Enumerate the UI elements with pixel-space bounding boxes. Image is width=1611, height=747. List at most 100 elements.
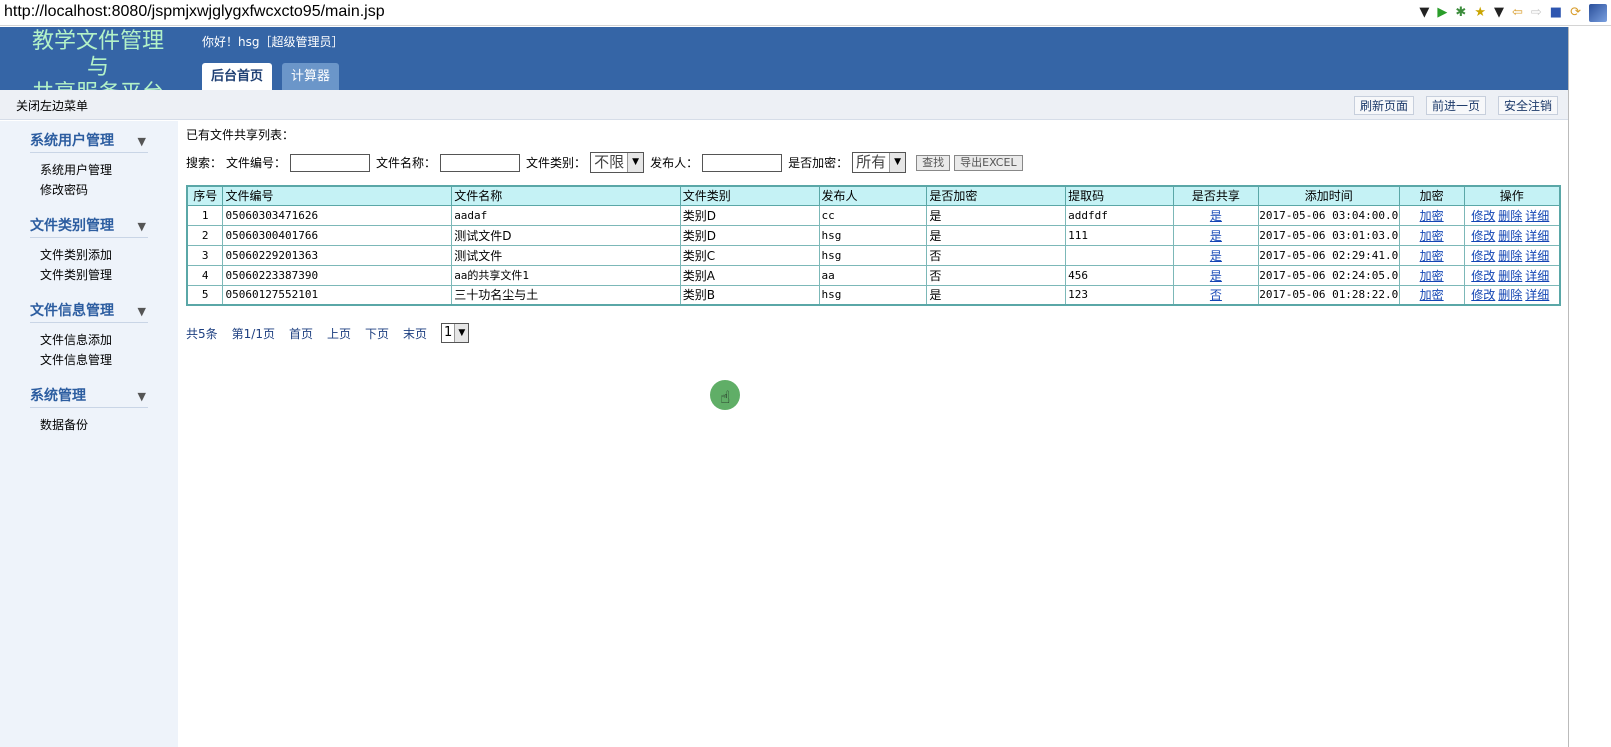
- file-no-label: 文件编号：: [226, 156, 287, 170]
- encrypt-link[interactable]: 加密: [1420, 209, 1444, 223]
- encrypt-link[interactable]: 加密: [1420, 269, 1444, 283]
- cell-no: 3: [186, 244, 224, 266]
- forward-page-button[interactable]: 前进一页: [1425, 96, 1486, 115]
- url-field[interactable]: http://localhost:8080/jspmjxwjglygxfwcxc…: [4, 3, 385, 21]
- chevron-down-icon: ▼: [627, 153, 644, 172]
- shared-toggle-link[interactable]: 是: [1210, 249, 1222, 263]
- detail-link[interactable]: 详细: [1525, 209, 1549, 223]
- sidebar-item-category-mgmt[interactable]: 文件类别管理: [40, 265, 178, 285]
- cell-publisher: cc: [818, 204, 928, 226]
- cell-shared: 是: [1172, 244, 1259, 266]
- table-row: 4 05060223387390 aa的共享文件1 类别A aa 否 456 是…: [186, 264, 1561, 286]
- cell-ops: 修改 删除 详细: [1463, 264, 1561, 286]
- shared-toggle-link[interactable]: 否: [1210, 288, 1222, 302]
- search-bar: 搜索： 文件编号： 文件名称： 文件类别： 不限 ▼ 发布人： 是否加密： 所有…: [186, 152, 1023, 173]
- pager-first-link[interactable]: 首页: [289, 325, 313, 342]
- sidebar-group-system-mgmt[interactable]: 系统管理 ▼: [30, 376, 148, 408]
- logout-button[interactable]: 安全注销: [1497, 96, 1558, 115]
- detail-link[interactable]: 详细: [1525, 288, 1549, 302]
- bug-icon[interactable]: ✱: [1455, 3, 1466, 23]
- table-header-row: 序号 文件编号 文件名称 文件类别 发布人 是否加密 提取码 是否共享 添加时间…: [186, 185, 1561, 206]
- delete-link[interactable]: 删除: [1498, 269, 1522, 283]
- cell-file-name: aadaf: [451, 204, 681, 226]
- encrypt-link[interactable]: 加密: [1420, 229, 1444, 243]
- tab-home[interactable]: 后台首页: [202, 63, 273, 90]
- detail-link[interactable]: 详细: [1525, 229, 1549, 243]
- sidebar-item-category-add[interactable]: 文件类别添加: [40, 245, 178, 265]
- edit-link[interactable]: 修改: [1471, 209, 1495, 223]
- cell-no: 1: [186, 204, 224, 226]
- chevron-down-icon[interactable]: ▼: [1494, 3, 1504, 23]
- cell-time: 2017-05-06 02:24:05.0: [1257, 264, 1400, 286]
- stop-icon[interactable]: ■: [1550, 3, 1562, 23]
- shared-toggle-link[interactable]: 是: [1210, 269, 1222, 283]
- sync-icon[interactable]: ⟳: [1570, 3, 1581, 23]
- vertical-scrollbar[interactable]: [1568, 27, 1611, 747]
- cell-file-no: 05060127552101: [222, 284, 453, 306]
- edit-link[interactable]: 修改: [1471, 229, 1495, 243]
- pager-next-link[interactable]: 下页: [365, 325, 389, 342]
- tab-calculator[interactable]: 计算器: [282, 63, 340, 90]
- cell-category: 类别B: [679, 284, 820, 306]
- play-icon[interactable]: ▶: [1437, 3, 1447, 23]
- app-header: 教学文件管理 与 共享服务平台 你好！hsg［超级管理员］ 后台首页 计算器: [0, 27, 1568, 90]
- sidebar-item-file-add[interactable]: 文件信息添加: [40, 330, 178, 350]
- export-excel-button[interactable]: 导出EXCEL: [954, 154, 1023, 171]
- delete-link[interactable]: 删除: [1498, 209, 1522, 223]
- dropdown-icon[interactable]: ▼: [1419, 3, 1429, 23]
- edit-link[interactable]: 修改: [1471, 249, 1495, 263]
- sidebar-group-user-mgmt[interactable]: 系统用户管理 ▼: [30, 121, 148, 153]
- cell-encrypted: 否: [926, 264, 1067, 286]
- cell-encrypt: 加密: [1398, 224, 1465, 246]
- cell-encrypted: 否: [926, 244, 1067, 266]
- scrollbar-track: [1568, 27, 1569, 747]
- column-header: 是否加密: [926, 185, 1067, 206]
- sidebar-item-data-backup[interactable]: 数据备份: [40, 415, 178, 435]
- refresh-page-button[interactable]: 刷新页面: [1353, 96, 1414, 115]
- encrypted-select[interactable]: 所有 ▼: [852, 152, 907, 173]
- logo-line-3: 共享服务平台: [18, 81, 178, 90]
- encrypt-link[interactable]: 加密: [1420, 288, 1444, 302]
- cell-category: 类别A: [679, 264, 820, 286]
- file-no-input[interactable]: [290, 153, 371, 172]
- table-row: 3 05060229201363 测试文件 类别C hsg 否 是 2017-0…: [186, 244, 1561, 266]
- table-row: 5 05060127552101 三十功名尘与土 类别B hsg 是 123 否…: [186, 284, 1561, 306]
- column-header: 文件类别: [679, 185, 820, 206]
- forward-arrow-icon[interactable]: ⇨: [1531, 3, 1542, 23]
- category-select[interactable]: 不限 ▼: [590, 152, 645, 173]
- shared-toggle-link[interactable]: 是: [1210, 229, 1222, 243]
- shared-toggle-link[interactable]: 是: [1210, 209, 1222, 223]
- top-tabs: 后台首页 计算器: [202, 63, 340, 90]
- browser-toolbar: ▼ ▶ ✱ ★ ▼ ⇦ ⇨ ■ ⟳: [1419, 3, 1607, 23]
- delete-link[interactable]: 删除: [1498, 249, 1522, 263]
- chevron-down-icon: ▼: [137, 220, 146, 233]
- page-select[interactable]: 1 ▼: [441, 323, 470, 343]
- pager-last-link[interactable]: 末页: [403, 325, 427, 342]
- column-header: 序号: [186, 185, 224, 206]
- cell-file-name: 测试文件D: [451, 224, 681, 246]
- cell-encrypt: 加密: [1398, 204, 1465, 226]
- category-select-value: 不限: [594, 153, 625, 171]
- pager-prev-link[interactable]: 上页: [327, 325, 351, 342]
- delete-link[interactable]: 删除: [1498, 288, 1522, 302]
- sidebar-item-file-mgmt[interactable]: 文件信息管理: [40, 350, 178, 370]
- toggle-left-menu-button[interactable]: 关闭左边菜单: [16, 97, 88, 114]
- edit-link[interactable]: 修改: [1471, 269, 1495, 283]
- publisher-input[interactable]: [702, 153, 783, 172]
- column-header: 操作: [1463, 185, 1561, 206]
- sidebar-item-change-password[interactable]: 修改密码: [40, 180, 178, 200]
- star-icon[interactable]: ★: [1474, 3, 1486, 23]
- file-name-input[interactable]: [440, 153, 521, 172]
- cell-publisher: hsg: [818, 224, 928, 246]
- encrypt-link[interactable]: 加密: [1420, 249, 1444, 263]
- detail-link[interactable]: 详细: [1525, 269, 1549, 283]
- edit-link[interactable]: 修改: [1471, 288, 1495, 302]
- delete-link[interactable]: 删除: [1498, 229, 1522, 243]
- search-button[interactable]: 查找: [916, 154, 951, 171]
- sidebar-group-file-mgmt[interactable]: 文件信息管理 ▼: [30, 291, 148, 323]
- detail-link[interactable]: 详细: [1525, 249, 1549, 263]
- sidebar-group-category-mgmt[interactable]: 文件类别管理 ▼: [30, 206, 148, 238]
- cell-code: [1065, 244, 1174, 266]
- back-arrow-icon[interactable]: ⇦: [1512, 3, 1523, 23]
- sidebar-item-user-mgmt[interactable]: 系统用户管理: [40, 160, 178, 180]
